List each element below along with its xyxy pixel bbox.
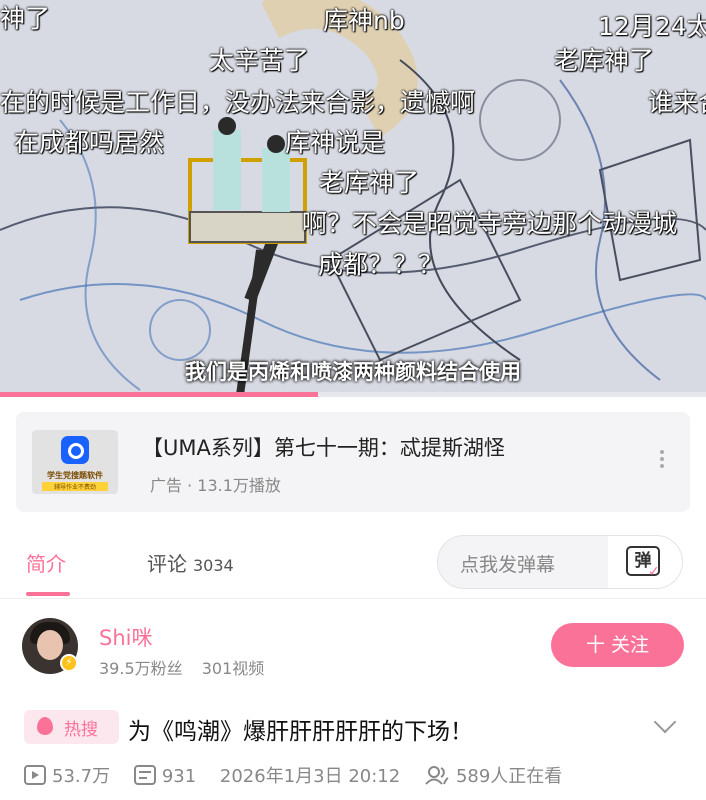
check-icon: ✓ bbox=[648, 564, 660, 580]
publish-date: 2026年1月3日 20:12 bbox=[219, 766, 401, 787]
danmaku-comment: 在的时候是工作日，没办法来合影，遗憾啊 bbox=[0, 88, 476, 117]
verified-lightning-icon: ⚡ bbox=[60, 654, 78, 672]
video-progress-bar[interactable] bbox=[0, 392, 706, 397]
danmaku-count-icon bbox=[133, 765, 156, 785]
tab-active-indicator bbox=[26, 592, 70, 596]
ad-card[interactable]: 学生党搜题软件 辅导作业不费劲 【UMA系列】第七十一期：忒提斯湖怪 广告 · … bbox=[16, 412, 690, 512]
view-count: 53.7万 bbox=[52, 766, 111, 787]
ad-meta: 广告 · 13.1万播放 bbox=[150, 476, 281, 495]
danmaku-toggle-button[interactable]: 弹 ✓ bbox=[608, 536, 682, 588]
video-progress-fill bbox=[0, 392, 318, 397]
chevron-down-icon[interactable] bbox=[653, 710, 677, 734]
danmaku-comment: 谁来合 bbox=[648, 88, 706, 117]
danmaku-comment: 太辛苦了 bbox=[209, 46, 310, 75]
danmaku-comment: 老库神了 bbox=[319, 168, 420, 197]
tab-comments-label: 评论 bbox=[147, 552, 187, 576]
more-vertical-icon[interactable] bbox=[660, 450, 666, 471]
danmaku-comment: 神了 bbox=[0, 4, 51, 33]
comments-count: 3034 bbox=[193, 556, 234, 575]
video-subtitle: 我们是丙烯和喷漆两种颜料结合使用 bbox=[185, 360, 521, 384]
video-stats: 53.7万 931 2026年1月3日 20:12 589人正在看 bbox=[24, 762, 580, 788]
fans-count: 39.5万粉丝 bbox=[99, 659, 183, 678]
people-icon bbox=[425, 766, 449, 785]
ad-thumb-badge: 辅导作业不费劲 bbox=[42, 482, 108, 491]
danmaku-comment: 12月24太 bbox=[598, 12, 706, 41]
danmaku-comment: 在成都吗居然 bbox=[14, 128, 165, 157]
ad-title: 【UMA系列】第七十一期：忒提斯湖怪 bbox=[142, 436, 505, 460]
hot-search-tag[interactable]: 热搜 bbox=[24, 710, 119, 744]
app-logo-icon bbox=[61, 436, 89, 464]
uploader-stats: 39.5万粉丝 301视频 bbox=[99, 655, 264, 679]
ad-thumb-text: 学生党搜题软件 bbox=[47, 471, 103, 480]
follow-button[interactable]: 十 关注 bbox=[551, 623, 684, 667]
danmaku-input-placeholder: 点我发弹幕 bbox=[460, 554, 556, 576]
play-icon bbox=[24, 765, 46, 785]
danmaku-comment: 啊？不会是昭觉寺旁边那个动漫城 bbox=[302, 209, 678, 238]
danmaku-comment: 库神nb bbox=[323, 6, 405, 35]
video-player[interactable]: 神了 库神nb 12月24太 太辛苦了 老库神了 在的时候是工作日，没办法来合影… bbox=[0, 0, 706, 397]
tab-intro-label: 简介 bbox=[26, 552, 66, 576]
flame-icon bbox=[37, 717, 53, 735]
danmaku-input[interactable]: 点我发弹幕 弹 ✓ bbox=[437, 535, 683, 589]
tab-intro[interactable]: 简介 bbox=[26, 548, 66, 577]
video-title: 为《鸣潮》爆肝肝肝肝肝的下场！ bbox=[128, 719, 473, 745]
tab-comments[interactable]: 评论 3034 bbox=[147, 548, 234, 577]
danmaku-count: 931 bbox=[161, 766, 197, 787]
danmaku-comment: 老库神了 bbox=[554, 46, 655, 75]
hot-search-label: 热搜 bbox=[64, 720, 98, 740]
danmaku-comment: 成都？？？ bbox=[318, 250, 444, 279]
watching-count: 589人正在看 bbox=[455, 766, 563, 787]
ad-thumbnail: 学生党搜题软件 辅导作业不费劲 bbox=[32, 430, 118, 494]
uploader-name[interactable]: Shi咪 bbox=[99, 622, 152, 652]
videos-count: 301视频 bbox=[201, 659, 265, 678]
danmaku-comment: 库神说是 bbox=[285, 128, 386, 157]
